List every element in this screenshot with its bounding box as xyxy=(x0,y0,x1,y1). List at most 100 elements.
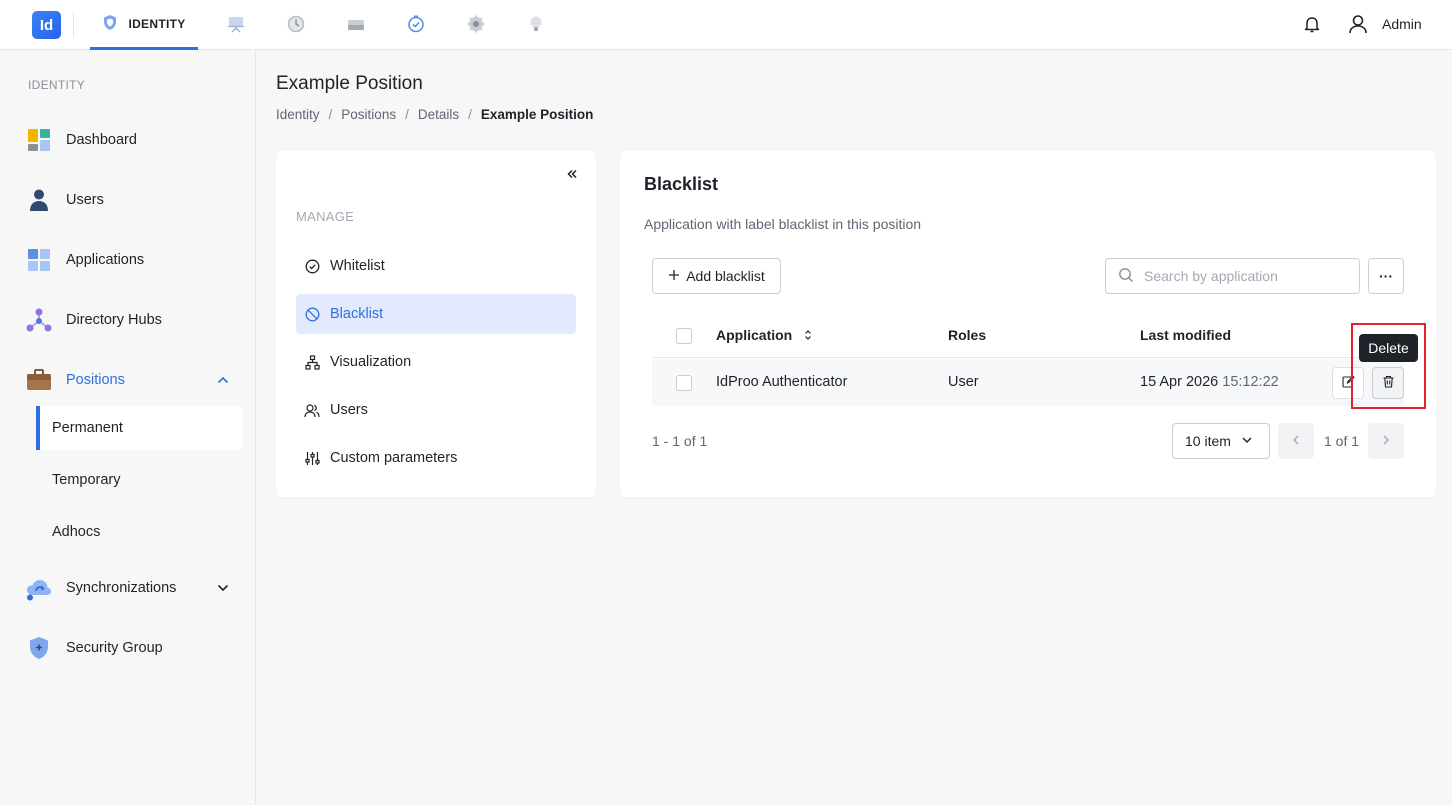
presentation-icon[interactable] xyxy=(225,13,247,35)
logo-divider xyxy=(73,12,74,38)
more-options-button[interactable]: ··· xyxy=(1368,258,1404,294)
cloud-sync-icon xyxy=(26,575,52,601)
shield-icon xyxy=(26,635,52,661)
menu-item-users[interactable]: Users xyxy=(296,390,576,430)
column-application[interactable]: Application xyxy=(716,327,812,344)
menu-item-label: Visualization xyxy=(330,354,412,370)
prev-page-button[interactable] xyxy=(1278,423,1314,459)
search-input[interactable] xyxy=(1144,268,1344,284)
history-icon[interactable] xyxy=(285,13,307,35)
breadcrumb-separator: / xyxy=(328,107,333,122)
table-header: Application Roles Last modified xyxy=(652,314,1404,358)
breadcrumb-details[interactable]: Details xyxy=(418,107,459,122)
breadcrumb-separator: / xyxy=(468,107,472,122)
top-bar: Id IDENTITY Admin xyxy=(0,0,1452,50)
menu-item-label: Whitelist xyxy=(330,258,385,274)
bulb-icon[interactable] xyxy=(525,13,547,35)
breadcrumb-current: Example Position xyxy=(480,107,594,122)
sidebar-section-label: IDENTITY xyxy=(28,78,86,92)
sidebar-subitem-adhocs[interactable]: Adhocs xyxy=(36,510,242,554)
cell-last-modified: 15 Apr 2026 15:12:22 xyxy=(1140,374,1279,390)
check-circle-icon xyxy=(304,258,320,274)
sliders-icon xyxy=(304,450,320,466)
cell-time: 15:12:22 xyxy=(1222,374,1279,390)
chevron-right-icon xyxy=(1381,433,1391,449)
sort-icon[interactable] xyxy=(804,328,812,344)
sidebar-item-users[interactable]: Users xyxy=(26,186,104,214)
tab-identity-label: IDENTITY xyxy=(128,16,186,31)
ban-icon xyxy=(304,306,320,322)
user-name[interactable]: Admin xyxy=(1382,16,1422,32)
applications-icon xyxy=(26,247,52,273)
menu-item-label: Custom parameters xyxy=(330,450,458,466)
clock-check-icon[interactable] xyxy=(405,13,427,35)
gear-icon[interactable] xyxy=(465,13,487,35)
chevron-down-icon[interactable] xyxy=(216,581,230,595)
sidebar-item-label: Security Group xyxy=(66,640,163,656)
blacklist-panel: Blacklist Application with label blackli… xyxy=(620,151,1436,497)
column-last-modified: Last modified xyxy=(1140,327,1232,343)
blacklist-description: Application with label blacklist in this… xyxy=(644,216,922,232)
tab-identity[interactable]: IDENTITY xyxy=(90,0,198,50)
cell-roles: User xyxy=(948,374,979,390)
pagination-range: 1 - 1 of 1 xyxy=(652,433,708,449)
dashboard-icon xyxy=(26,127,52,153)
chevron-up-icon[interactable] xyxy=(216,373,230,387)
hub-icon xyxy=(26,307,52,333)
menu-item-custom-parameters[interactable]: Custom parameters xyxy=(296,438,576,478)
collapse-icon[interactable] xyxy=(566,167,578,185)
sidebar-item-directory-hubs[interactable]: Directory Hubs xyxy=(26,306,162,334)
search-icon xyxy=(1118,267,1134,286)
sidebar-item-label: Users xyxy=(66,192,104,208)
users-icon xyxy=(304,402,320,418)
sidebar-subitem-temporary[interactable]: Temporary xyxy=(36,458,242,502)
plus-icon xyxy=(668,268,680,284)
sidebar-subitem-permanent[interactable]: Permanent xyxy=(36,406,242,450)
add-blacklist-button[interactable]: Add blacklist xyxy=(652,258,781,294)
sidebar-item-synchronizations[interactable]: Synchronizations xyxy=(26,574,176,602)
breadcrumb: Identity / Positions / Details / Example… xyxy=(276,107,593,122)
add-blacklist-label: Add blacklist xyxy=(686,268,765,284)
sidebar-item-label: Positions xyxy=(66,372,125,388)
sidebar-item-label: Dashboard xyxy=(66,132,137,148)
sidebar-item-security-group[interactable]: Security Group xyxy=(26,634,163,662)
drive-icon[interactable] xyxy=(345,13,367,35)
page-indicator: 1 of 1 xyxy=(1324,433,1360,449)
chevron-left-icon xyxy=(1291,433,1301,449)
sidebar-item-label: Applications xyxy=(66,252,145,268)
row-checkbox[interactable] xyxy=(676,375,692,391)
manage-section-label: MANAGE xyxy=(296,209,355,224)
breadcrumb-positions[interactable]: Positions xyxy=(341,107,396,122)
page-size-select[interactable]: 10 item xyxy=(1172,423,1270,459)
briefcase-icon xyxy=(26,367,52,393)
chevron-down-icon xyxy=(1241,433,1253,449)
sidebar: IDENTITY Dashboard Users Applications Di… xyxy=(0,50,256,805)
sidebar-item-label: Synchronizations xyxy=(66,580,177,596)
menu-item-whitelist[interactable]: Whitelist xyxy=(296,246,576,286)
menu-item-label: Users xyxy=(330,402,368,418)
select-all-checkbox[interactable] xyxy=(676,328,692,344)
manage-panel: MANAGE Whitelist Blacklist Visualization… xyxy=(276,151,596,497)
cell-date: 15 Apr 2026 xyxy=(1140,374,1219,390)
menu-item-label: Blacklist xyxy=(330,306,384,322)
menu-item-visualization[interactable]: Visualization xyxy=(296,342,576,382)
breadcrumb-separator: / xyxy=(405,107,409,122)
delete-tooltip: Delete xyxy=(1359,334,1418,362)
app-logo[interactable]: Id xyxy=(32,11,61,39)
page-size-value: 10 item xyxy=(1185,433,1231,449)
column-roles: Roles xyxy=(948,327,987,343)
sidebar-item-dashboard[interactable]: Dashboard xyxy=(26,126,137,154)
hierarchy-icon xyxy=(304,354,320,370)
shield-icon xyxy=(102,14,118,34)
bell-icon[interactable] xyxy=(1302,14,1322,34)
blacklist-title: Blacklist xyxy=(644,174,719,194)
menu-item-blacklist[interactable]: Blacklist xyxy=(296,294,576,334)
column-application-label: Application xyxy=(716,327,793,343)
next-page-button[interactable] xyxy=(1368,423,1404,459)
user-avatar-icon[interactable] xyxy=(1347,13,1369,35)
sidebar-item-applications[interactable]: Applications xyxy=(26,246,144,274)
sidebar-item-positions[interactable]: Positions xyxy=(26,366,125,394)
search-box xyxy=(1105,258,1360,294)
page-title: Example Position xyxy=(276,73,423,94)
breadcrumb-identity[interactable]: Identity xyxy=(276,107,320,122)
